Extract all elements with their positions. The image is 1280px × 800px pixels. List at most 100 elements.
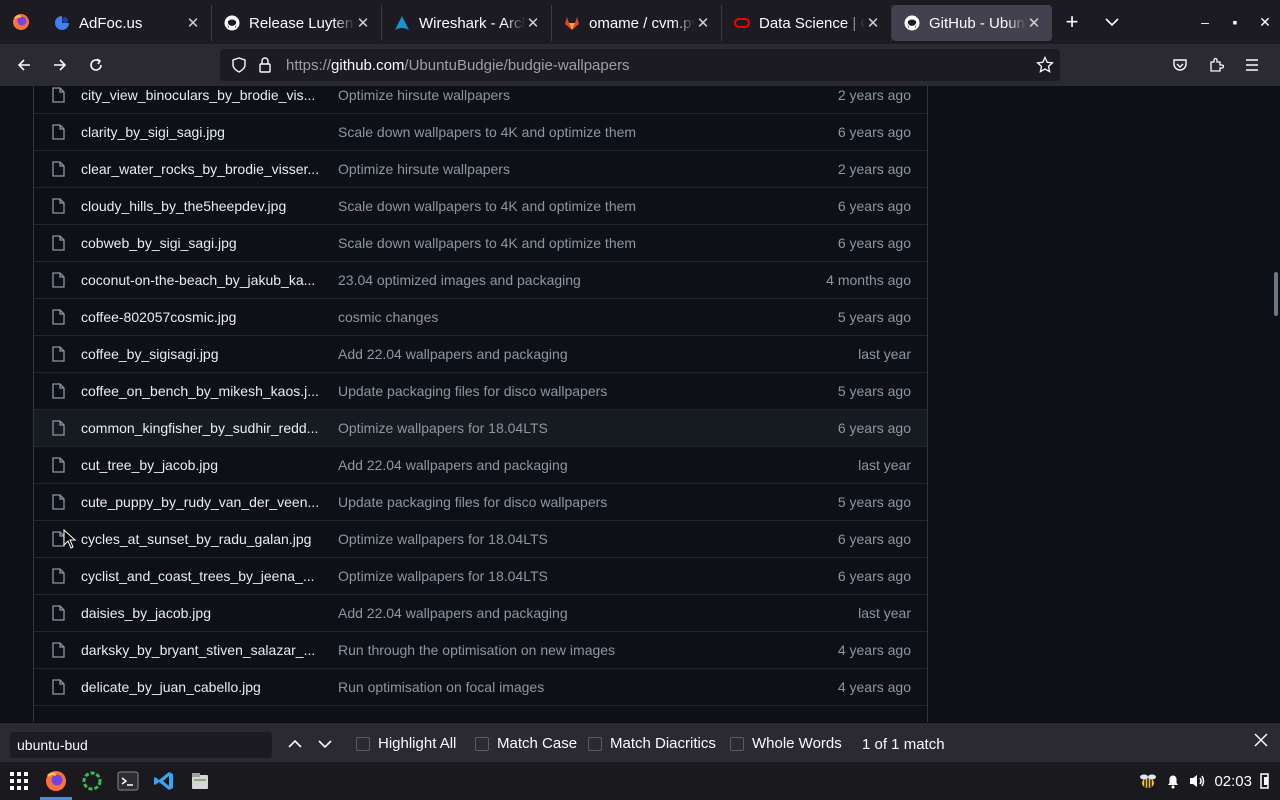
taskbar-terminal[interactable]	[114, 767, 142, 795]
file-row[interactable]: coconut-on-the-beach_by_jakub_ka... 23.04…	[34, 261, 927, 298]
file-row[interactable]: common_kingfisher_by_sudhir_redd... Optim…	[34, 409, 927, 446]
maximize-icon[interactable]: ▪	[1220, 14, 1250, 30]
browser-tab[interactable]: Release LuytenX | ✕	[212, 5, 382, 41]
file-name-link[interactable]: cycles_at_sunset_by_radu_galan.jpg	[81, 531, 323, 547]
close-findbar-button[interactable]	[1254, 733, 1268, 751]
tab-close-icon[interactable]: ✕	[865, 14, 881, 32]
file-row[interactable]: delicate_by_juan_cabello.jpg Run optimisa…	[34, 668, 927, 705]
lock-icon[interactable]	[252, 57, 278, 73]
pocket-icon[interactable]	[1162, 49, 1198, 81]
browser-tab[interactable]: Wireshark - ArchW✕	[382, 5, 552, 41]
file-name-link[interactable]: cute_puppy_by_rudy_van_der_veen...	[81, 494, 323, 510]
file-row[interactable]: cycles_at_sunset_by_radu_galan.jpg Optimi…	[34, 520, 927, 557]
close-window-icon[interactable]: ✕	[1250, 14, 1280, 31]
commit-message-link[interactable]: Update packaging files for disco wallpap…	[338, 494, 607, 510]
file-name-link[interactable]: coconut-on-the-beach_by_jakub_ka...	[81, 272, 323, 288]
commit-message-link[interactable]: Add 22.04 wallpapers and packaging	[338, 457, 568, 473]
file-row[interactable]: city_view_binoculars_by_brodie_vis... Opt…	[34, 86, 927, 113]
commit-message-link[interactable]: Optimize wallpapers for 18.04LTS	[338, 531, 548, 547]
tab-close-icon[interactable]: ✕	[185, 14, 201, 32]
clock[interactable]: 02:03	[1214, 773, 1252, 790]
commit-message-link[interactable]: cosmic changes	[338, 309, 438, 325]
file-name-link[interactable]: coffee-802057cosmic.jpg	[81, 309, 323, 325]
page-scrollbar[interactable]	[1274, 272, 1278, 316]
taskbar-vscode[interactable]	[150, 767, 178, 795]
file-row[interactable]: clarity_by_sigi_sagi.jpg Scale down wallp…	[34, 113, 927, 150]
volume-icon[interactable]	[1188, 773, 1206, 789]
file-row[interactable]: clear_water_rocks_by_brodie_visser... Opt…	[34, 150, 927, 187]
taskbar-files[interactable]	[186, 767, 214, 795]
tab-close-icon[interactable]: ✕	[355, 14, 371, 32]
taskbar-firefox[interactable]	[42, 767, 70, 795]
commit-message-link[interactable]: Add 22.04 wallpapers and packaging	[338, 346, 568, 362]
list-all-tabs-button[interactable]	[1092, 0, 1132, 44]
commit-message-link[interactable]: Scale down wallpapers to 4K and optimize…	[338, 235, 636, 251]
commit-message-link[interactable]: Optimize hirsute wallpapers	[338, 161, 510, 177]
file-row[interactable]: cyclist_and_coast_trees_by_jeena_... Opti…	[34, 557, 927, 594]
file-name-link[interactable]: delicate_by_juan_cabello.jpg	[81, 679, 323, 695]
file-row[interactable]: darksky_by_bryant_stiven_salazar_... Run …	[34, 631, 927, 668]
commit-message-link[interactable]: 23.04 optimized images and packaging	[338, 272, 581, 288]
extensions-icon[interactable]	[1198, 49, 1234, 81]
file-name-link[interactable]: common_kingfisher_by_sudhir_redd...	[81, 420, 323, 436]
file-name-link[interactable]: cobweb_by_sigi_sagi.jpg	[81, 235, 323, 251]
file-row[interactable]: coffee-802057cosmic.jpg cosmic changes 5 y…	[34, 298, 927, 335]
tab-close-icon[interactable]: ✕	[1026, 14, 1042, 32]
find-input[interactable]: ubuntu-bud	[10, 732, 272, 758]
bee-icon[interactable]	[1138, 772, 1158, 790]
commit-message-link[interactable]: Update packaging files for disco wallpap…	[338, 383, 607, 399]
commit-message-link[interactable]: Optimize wallpapers for 18.04LTS	[338, 568, 548, 584]
match-case-checkbox[interactable]: Match Case	[475, 735, 577, 752]
app-launcher-button[interactable]	[5, 767, 33, 795]
tab-close-icon[interactable]: ✕	[695, 14, 711, 32]
taskbar-budgie-control[interactable]	[78, 767, 106, 795]
address-bar[interactable]: https://github.com/UbuntuBudgie/budgie-w…	[220, 49, 1060, 81]
file-row[interactable]: cloudy_hills_by_the5heepdev.jpg Scale dow…	[34, 187, 927, 224]
shield-icon[interactable]	[226, 57, 252, 73]
browser-tab[interactable]: omame / cvm.py ✕	[552, 5, 722, 41]
file-name-link[interactable]: darksky_by_bryant_stiven_salazar_...	[81, 642, 323, 658]
commit-message-link[interactable]: Optimize hirsute wallpapers	[338, 87, 510, 103]
hamburger-menu-icon[interactable]	[1234, 49, 1270, 81]
file-name-link[interactable]: city_view_binoculars_by_brodie_vis...	[81, 87, 323, 103]
reload-button[interactable]	[78, 49, 114, 81]
whole-words-checkbox[interactable]: Whole Words	[730, 735, 842, 752]
commit-message-link[interactable]: Scale down wallpapers to 4K and optimize…	[338, 198, 636, 214]
browser-tab[interactable]: Data Science | Ora✕	[722, 5, 892, 41]
commit-message-link[interactable]: Run through the optimisation on new imag…	[338, 642, 615, 658]
find-previous-button[interactable]	[283, 731, 307, 757]
show-desktop-icon[interactable]	[1260, 773, 1270, 789]
url-text[interactable]: https://github.com/UbuntuBudgie/budgie-w…	[286, 57, 630, 74]
file-row[interactable]: cobweb_by_sigi_sagi.jpg Scale down wallpa…	[34, 224, 927, 261]
file-row[interactable]: cute_puppy_by_rudy_van_der_veen... Update…	[34, 483, 927, 520]
highlight-all-checkbox[interactable]: Highlight All	[356, 735, 456, 752]
minimize-icon[interactable]: –	[1190, 14, 1220, 30]
file-name-link[interactable]: clarity_by_sigi_sagi.jpg	[81, 124, 323, 140]
new-tab-button[interactable]: +	[1052, 0, 1092, 44]
match-diacritics-checkbox[interactable]: Match Diacritics	[588, 735, 716, 752]
browser-tab[interactable]: AdFoc.us ✕	[42, 5, 212, 41]
bookmark-star-icon[interactable]	[1036, 55, 1054, 79]
notification-bell-icon[interactable]	[1166, 773, 1180, 789]
commit-message-link[interactable]: Optimize wallpapers for 18.04LTS	[338, 420, 548, 436]
file-row[interactable]: cut_tree_by_jacob.jpg Add 22.04 wallpaper…	[34, 446, 927, 483]
file-name-link[interactable]: cloudy_hills_by_the5heepdev.jpg	[81, 198, 323, 214]
file-row[interactable]: coffee_on_bench_by_mikesh_kaos.j... Updat…	[34, 372, 927, 409]
file-name-link[interactable]: daisies_by_jacob.jpg	[81, 605, 323, 621]
file-row[interactable]: daisies_by_jacob.jpg Add 22.04 wallpapers…	[34, 594, 927, 631]
file-name-link[interactable]: cut_tree_by_jacob.jpg	[81, 457, 323, 473]
forward-button[interactable]	[42, 49, 78, 81]
file-name-link[interactable]: coffee_on_bench_by_mikesh_kaos.j...	[81, 383, 323, 399]
firefox-view-button[interactable]	[0, 0, 42, 44]
file-row[interactable]: coffee_by_sigisagi.jpg Add 22.04 wallpape…	[34, 335, 927, 372]
commit-message-link[interactable]: Scale down wallpapers to 4K and optimize…	[338, 124, 636, 140]
file-name-link[interactable]: coffee_by_sigisagi.jpg	[81, 346, 323, 362]
tab-close-icon[interactable]: ✕	[525, 14, 541, 32]
back-button[interactable]	[6, 49, 42, 81]
commit-message-link[interactable]: Add 22.04 wallpapers and packaging	[338, 605, 568, 621]
file-name-link[interactable]: clear_water_rocks_by_brodie_visser...	[81, 161, 323, 177]
browser-tab[interactable]: GitHub - UbuntuB✕	[892, 5, 1052, 41]
file-row[interactable]	[34, 705, 927, 722]
file-name-link[interactable]: cyclist_and_coast_trees_by_jeena_...	[81, 568, 323, 584]
commit-message-link[interactable]: Run optimisation on focal images	[338, 679, 544, 695]
